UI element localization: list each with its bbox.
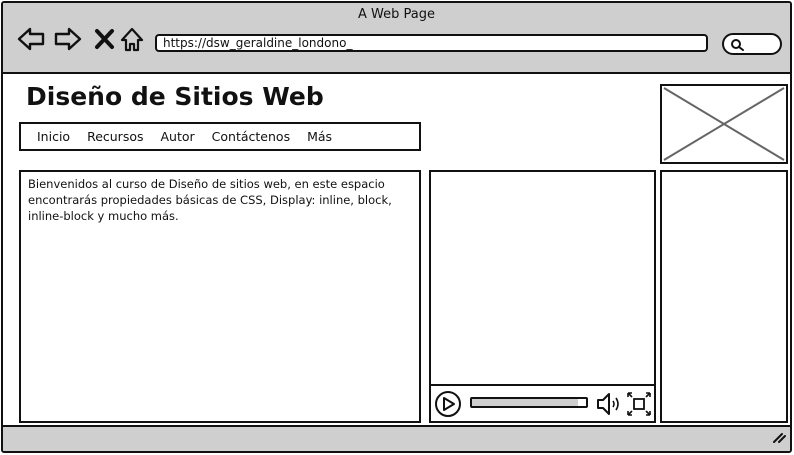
menu-item-contactenos[interactable]: Contáctenos (212, 129, 290, 144)
video-progress-fill (472, 399, 579, 406)
url-input[interactable]: https://dsw_geraldine_londono_ (155, 34, 708, 52)
video-player[interactable] (429, 170, 656, 423)
site-title: Diseño de Sitios Web (26, 82, 324, 111)
forward-arrow-icon[interactable] (54, 25, 82, 53)
back-arrow-icon[interactable] (17, 25, 45, 53)
window-title: A Web Page (358, 7, 435, 22)
image-placeholder (660, 84, 788, 164)
video-progress-bar[interactable] (470, 397, 588, 408)
nav-menu: Inicio Recursos Autor Contáctenos Más (19, 122, 421, 151)
sidebar-panel (660, 170, 788, 423)
status-bar (3, 425, 790, 451)
menu-item-inicio[interactable]: Inicio (37, 129, 70, 144)
content-text-box: Bienvenidos al curso de Diseño de sitios… (19, 170, 421, 423)
browser-toolbar: A Web Page https://dsw_geraldine_londono… (3, 3, 790, 74)
search-button[interactable] (722, 33, 782, 55)
resize-grip-icon[interactable] (770, 428, 786, 448)
menu-item-mas[interactable]: Más (307, 129, 332, 144)
play-icon[interactable] (434, 390, 462, 422)
close-x-icon[interactable] (92, 25, 120, 53)
video-controls (431, 384, 654, 421)
browser-window: A Web Page https://dsw_geraldine_londono… (1, 1, 792, 453)
menu-item-autor[interactable]: Autor (161, 129, 195, 144)
image-placeholder-icon (663, 87, 785, 161)
home-icon[interactable] (119, 25, 147, 53)
search-icon (731, 39, 744, 51)
volume-icon[interactable] (595, 391, 623, 421)
content-paragraph: Bienvenidos al curso de Diseño de sitios… (28, 177, 392, 223)
menu-item-recursos[interactable]: Recursos (87, 129, 143, 144)
fullscreen-icon[interactable] (626, 391, 652, 421)
